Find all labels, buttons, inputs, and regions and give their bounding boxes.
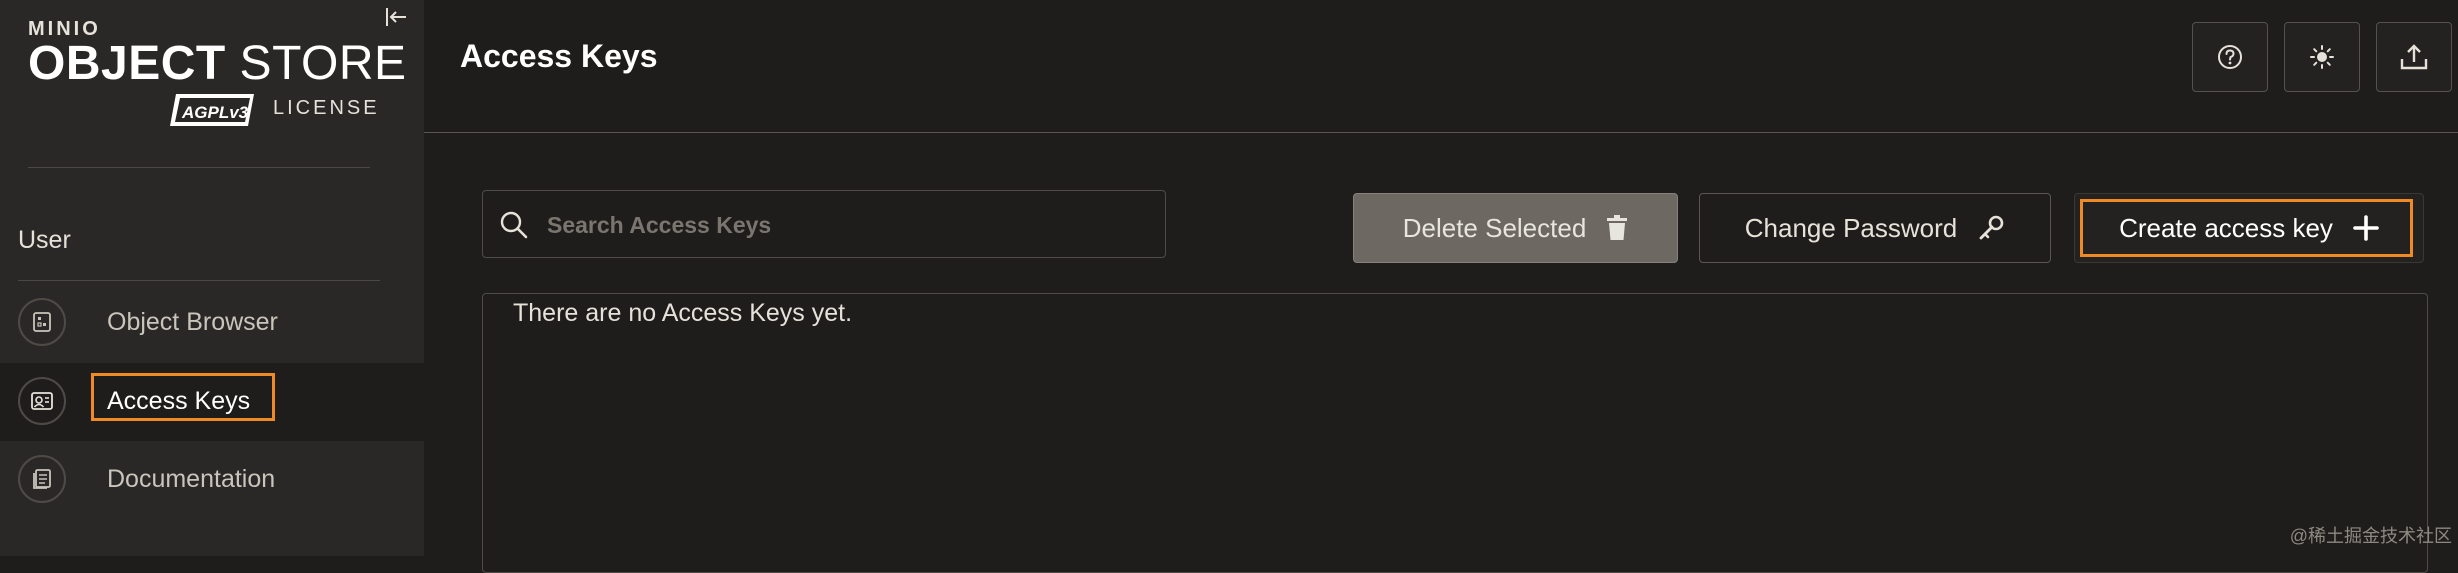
sidebar-item-documentation[interactable]: Documentation bbox=[0, 441, 424, 519]
help-icon bbox=[2218, 45, 2242, 69]
sidebar: MINIO OBJECT STORE AGPLv3 LICENSE User O… bbox=[0, 0, 424, 556]
sidebar-divider bbox=[28, 167, 370, 168]
create-access-key-label: Create access key bbox=[2119, 212, 2333, 243]
sidebar-divider bbox=[18, 280, 380, 281]
change-password-label: Change Password bbox=[1744, 212, 1958, 243]
sidebar-section-title: User bbox=[18, 226, 71, 254]
sidebar-item-label: Object Browser bbox=[107, 308, 278, 336]
brand-logo: MINIO OBJECT STORE AGPLv3 LICENSE bbox=[28, 14, 406, 126]
plus-icon bbox=[2353, 215, 2379, 241]
empty-state-message: There are no Access Keys yet. bbox=[513, 299, 853, 327]
page-title: Access Keys bbox=[460, 38, 658, 74]
access-keys-icon bbox=[18, 377, 66, 425]
access-keys-list: There are no Access Keys yet. bbox=[482, 293, 2428, 573]
delete-selected-button[interactable]: Delete Selected bbox=[1353, 193, 1678, 263]
help-button[interactable] bbox=[2192, 22, 2268, 92]
collapse-sidebar-icon[interactable] bbox=[380, 2, 410, 32]
create-access-key-button[interactable]: Create access key bbox=[2074, 193, 2424, 263]
theme-toggle-button[interactable] bbox=[2284, 22, 2360, 92]
search-box bbox=[482, 190, 1166, 259]
upload-button[interactable] bbox=[2376, 22, 2452, 92]
agpl-badge-icon: AGPLv3 bbox=[170, 94, 254, 126]
object-browser-icon bbox=[18, 298, 66, 346]
sidebar-item-label: Documentation bbox=[107, 465, 276, 493]
logo-product-name: OBJECT STORE bbox=[28, 40, 407, 88]
change-password-button[interactable]: Change Password bbox=[1699, 193, 2051, 263]
sidebar-item-access-keys[interactable]: Access Keys bbox=[0, 363, 424, 441]
highlight-frame bbox=[91, 373, 275, 421]
delete-selected-label: Delete Selected bbox=[1402, 212, 1587, 243]
theme-toggle-icon bbox=[2310, 45, 2334, 69]
logo-product-rest: STORE bbox=[239, 37, 407, 90]
sidebar-item-object-browser[interactable]: Object Browser bbox=[0, 284, 424, 362]
key-icon bbox=[1979, 215, 2004, 240]
watermark: @稀土掘金技术社区 bbox=[2289, 526, 2452, 546]
logo-product-bold: OBJECT bbox=[28, 37, 226, 90]
documentation-icon bbox=[18, 455, 66, 503]
search-icon bbox=[500, 211, 528, 239]
upload-icon bbox=[2400, 44, 2428, 70]
svg-text:AGPLv3: AGPLv3 bbox=[181, 103, 249, 122]
page-header: Access Keys bbox=[424, 0, 2458, 133]
logo-license: LICENSE bbox=[273, 97, 380, 119]
search-input[interactable] bbox=[545, 191, 1149, 259]
trash-icon bbox=[1607, 215, 1628, 240]
